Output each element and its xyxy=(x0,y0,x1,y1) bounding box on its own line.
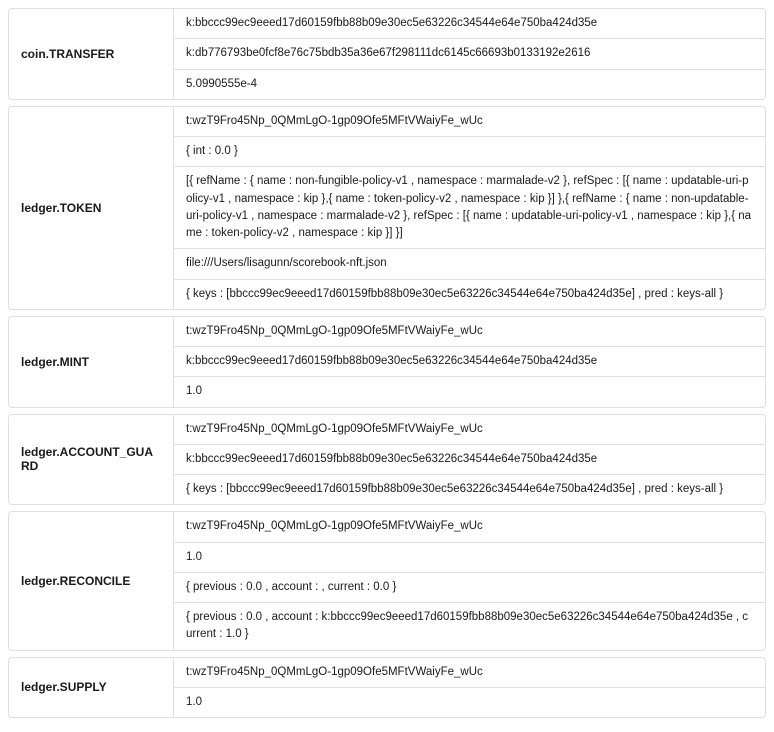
event-value-line: t:wzT9Fro45Np_0QMmLgO-1gp09Ofe5MFtVWaiyF… xyxy=(174,107,765,136)
event-values: t:wzT9Fro45Np_0QMmLgO-1gp09Ofe5MFtVWaiyF… xyxy=(174,317,765,407)
event-value-line: k:bbccc99ec9eeed17d60159fbb88b09e30ec5e6… xyxy=(174,9,765,38)
event-values: t:wzT9Fro45Np_0QMmLgO-1gp09Ofe5MFtVWaiyF… xyxy=(174,512,765,649)
event-value-line: t:wzT9Fro45Np_0QMmLgO-1gp09Ofe5MFtVWaiyF… xyxy=(174,317,765,346)
event-name: ledger.ACCOUNT_GUARD xyxy=(9,415,174,505)
event-value-line: { keys : [bbccc99ec9eeed17d60159fbb88b09… xyxy=(174,279,765,309)
event-value-line: { keys : [bbccc99ec9eeed17d60159fbb88b09… xyxy=(174,474,765,504)
event-values: t:wzT9Fro45Np_0QMmLgO-1gp09Ofe5MFtVWaiyF… xyxy=(174,658,765,718)
event-value-line: t:wzT9Fro45Np_0QMmLgO-1gp09Ofe5MFtVWaiyF… xyxy=(174,415,765,444)
event-values: t:wzT9Fro45Np_0QMmLgO-1gp09Ofe5MFtVWaiyF… xyxy=(174,415,765,505)
event-value-line: 1.0 xyxy=(174,687,765,717)
event-row: ledger.RECONCILEt:wzT9Fro45Np_0QMmLgO-1g… xyxy=(8,511,766,650)
event-values: k:bbccc99ec9eeed17d60159fbb88b09e30ec5e6… xyxy=(174,9,765,99)
event-value-line: k:bbccc99ec9eeed17d60159fbb88b09e30ec5e6… xyxy=(174,444,765,474)
event-name: ledger.TOKEN xyxy=(9,107,174,309)
event-row: ledger.TOKENt:wzT9Fro45Np_0QMmLgO-1gp09O… xyxy=(8,106,766,310)
event-value-line: 5.0990555e-4 xyxy=(174,69,765,99)
event-value-line: t:wzT9Fro45Np_0QMmLgO-1gp09Ofe5MFtVWaiyF… xyxy=(174,512,765,541)
event-value-line: 1.0 xyxy=(174,376,765,406)
events-table: coin.TRANSFERk:bbccc99ec9eeed17d60159fbb… xyxy=(8,8,766,718)
event-row: ledger.SUPPLYt:wzT9Fro45Np_0QMmLgO-1gp09… xyxy=(8,657,766,719)
event-row: ledger.ACCOUNT_GUARDt:wzT9Fro45Np_0QMmLg… xyxy=(8,414,766,506)
event-value-line: 1.0 xyxy=(174,542,765,572)
event-value-line: { previous : 0.0 , account : k:bbccc99ec… xyxy=(174,602,765,650)
event-value-line: { int : 0.0 } xyxy=(174,136,765,166)
event-value-line: t:wzT9Fro45Np_0QMmLgO-1gp09Ofe5MFtVWaiyF… xyxy=(174,658,765,687)
event-value-line: k:bbccc99ec9eeed17d60159fbb88b09e30ec5e6… xyxy=(174,346,765,376)
event-values: t:wzT9Fro45Np_0QMmLgO-1gp09Ofe5MFtVWaiyF… xyxy=(174,107,765,309)
event-row: coin.TRANSFERk:bbccc99ec9eeed17d60159fbb… xyxy=(8,8,766,100)
event-name: ledger.SUPPLY xyxy=(9,658,174,718)
event-row: ledger.MINTt:wzT9Fro45Np_0QMmLgO-1gp09Of… xyxy=(8,316,766,408)
event-name: ledger.RECONCILE xyxy=(9,512,174,649)
event-value-line: file:///Users/lisagunn/scorebook-nft.jso… xyxy=(174,248,765,278)
event-name: coin.TRANSFER xyxy=(9,9,174,99)
event-name: ledger.MINT xyxy=(9,317,174,407)
event-value-line: [{ refName : { name : non-fungible-polic… xyxy=(174,166,765,248)
event-value-line: k:db776793be0fcf8e76c75bdb35a36e67f29811… xyxy=(174,38,765,68)
event-value-line: { previous : 0.0 , account : , current :… xyxy=(174,572,765,602)
